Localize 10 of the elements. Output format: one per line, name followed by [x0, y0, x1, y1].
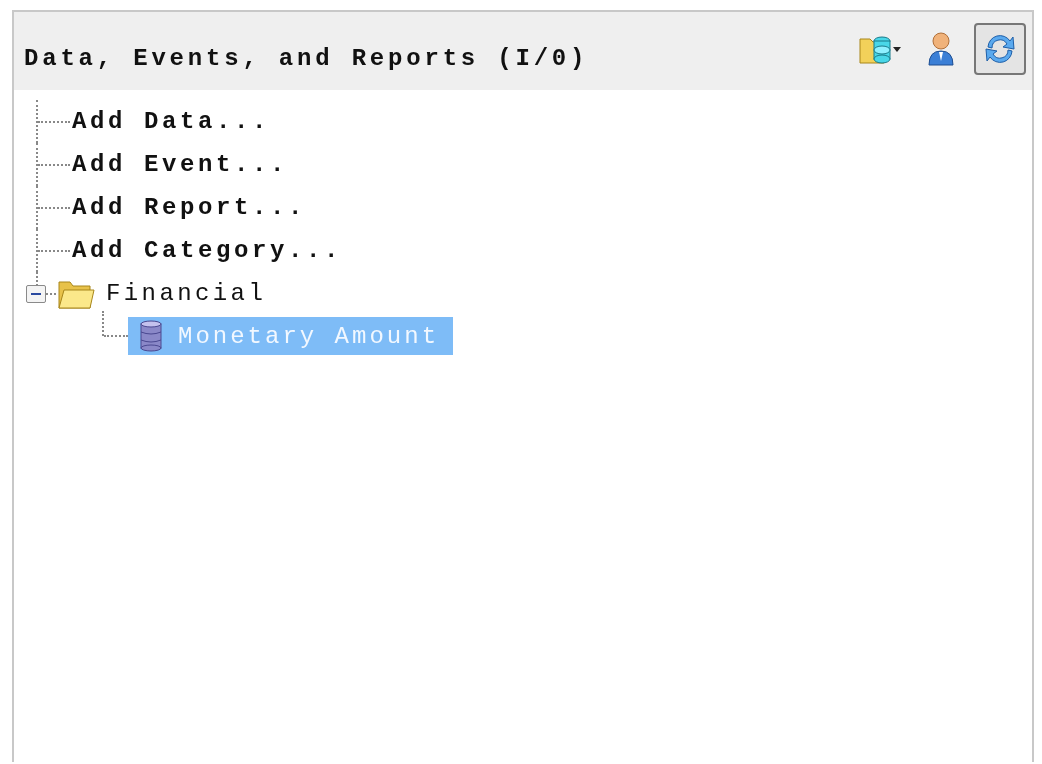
tree-action-item[interactable]: Add Report...: [72, 194, 307, 221]
refresh-button[interactable]: [974, 23, 1026, 75]
tree-action-item[interactable]: Add Category...: [72, 237, 343, 264]
person-icon: [926, 31, 956, 67]
collapse-toggle[interactable]: [26, 284, 46, 303]
panel-title: Data, Events, and Reports (I/0): [24, 44, 589, 72]
tree-action-item[interactable]: Add Event...: [72, 151, 289, 178]
database-icon: [138, 320, 164, 352]
tree-action-item[interactable]: Add Data...: [72, 108, 271, 135]
tree-folder-item[interactable]: Financial: [106, 280, 267, 307]
